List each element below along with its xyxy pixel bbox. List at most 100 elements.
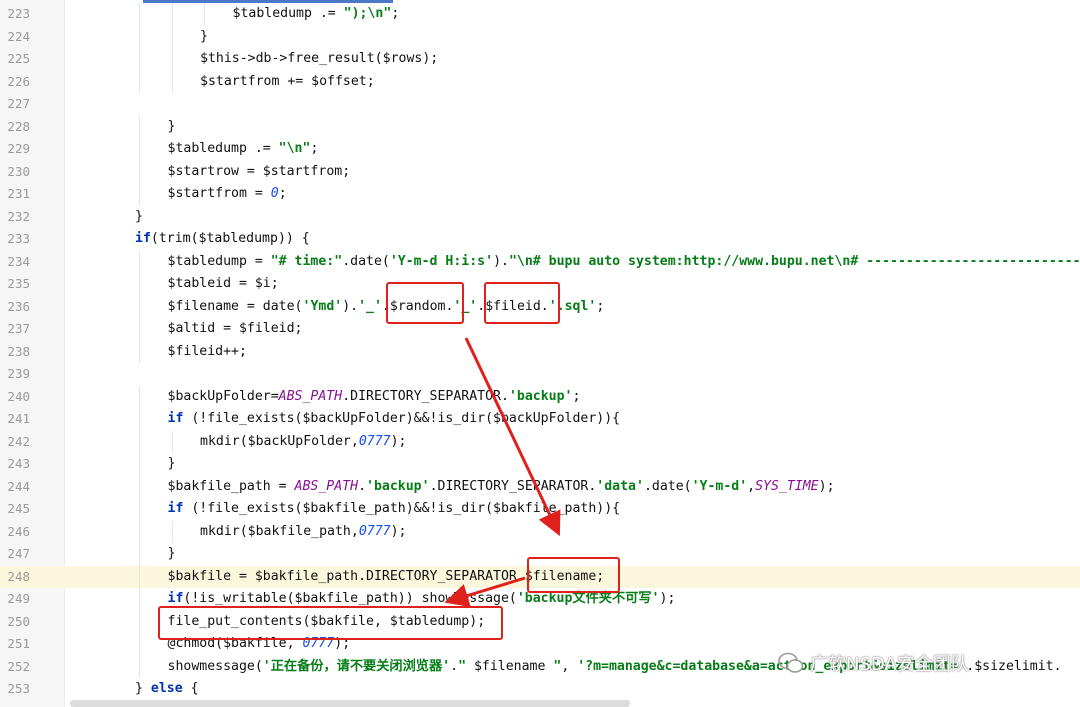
- code-text: $tableid = $i;: [168, 273, 279, 296]
- code-token: )&&!is_dir(: [405, 501, 494, 516]
- line-number: 253: [7, 681, 30, 696]
- code-token: $tableid: [167, 276, 232, 291]
- indent-guide: [139, 385, 140, 408]
- code-token: $filename: [167, 298, 239, 314]
- code-token: .date(: [643, 478, 692, 494]
- line-number: 245: [7, 501, 30, 516]
- code-text: if (!file_exists($bakfile_path)&&!is_dir…: [168, 498, 621, 521]
- code-token: '正在备份，请不要关闭浏览器': [262, 658, 451, 674]
- code-token: showmessage(: [167, 658, 263, 674]
- code-token: )&&!is_dir(: [405, 411, 494, 426]
- code-line: 223 $tabledump .= ");\n";: [0, 3, 1080, 26]
- code-token: .DIRECTORY_SEPARATOR.: [342, 388, 509, 404]
- code-token: $bakfile_path: [294, 591, 398, 606]
- line-number: 230: [7, 163, 30, 179]
- code-token: 0777: [358, 433, 391, 449]
- code-token: +=: [279, 73, 312, 89]
- line-number: 251: [7, 636, 30, 651]
- code-line: 246 mkdir($bakfile_path,0777);: [0, 520, 1080, 543]
- code-token: ;: [310, 141, 319, 156]
- indent-guide: [139, 70, 140, 93]
- line-number: 247: [7, 546, 30, 561]
- code-token: }: [135, 208, 143, 224]
- code-token: $tabledump: [167, 253, 247, 269]
- line-number: 244: [7, 478, 30, 494]
- code-token: =: [231, 568, 255, 584]
- line-number: 238: [7, 343, 30, 359]
- code-token: (!file_exists(: [183, 411, 303, 426]
- code-token: $bakfile_path: [302, 501, 406, 516]
- code-line: 229 $tabledump .= "\n";: [0, 138, 1080, 161]
- code-token: 'Ymd': [302, 298, 343, 314]
- indent-guide: [171, 70, 173, 93]
- code-token: =: [231, 276, 255, 291]
- line-number: 237: [7, 321, 30, 336]
- code-token: ,: [747, 478, 756, 494]
- code-token: ;: [278, 186, 287, 201]
- indent-guide: [139, 295, 140, 318]
- code-line: 231 $startfrom = 0;: [0, 183, 1080, 206]
- indent-guide: [139, 453, 140, 476]
- indent-guide: [139, 610, 140, 633]
- code-text: }: [168, 453, 176, 476]
- indent-guide: [139, 273, 140, 296]
- code-token: "# time:": [270, 253, 343, 269]
- line-number: 241: [7, 411, 30, 426]
- code-line: 239: [0, 363, 1080, 386]
- code-token: ;: [270, 276, 279, 291]
- code-text: $altid = $fileid;: [168, 318, 303, 341]
- indent-guide: [139, 3, 140, 26]
- code-token: .: [450, 658, 459, 674]
- code-line: 244 $bakfile_path = ABS_PATH.'backup'.DIR…: [0, 475, 1080, 499]
- line-number: 249: [7, 591, 30, 606]
- code-token: $tabledump: [167, 141, 247, 156]
- code-text: }: [200, 26, 208, 49]
- indent-guide: [139, 408, 140, 431]
- code-text: $bakfile_path = ABS_PATH.'backup'.DIRECT…: [168, 476, 835, 499]
- code-token: );: [390, 433, 407, 449]
- watermark-text: 广软NSDA安全团队: [810, 654, 969, 675]
- line-number: 232: [7, 208, 30, 224]
- code-line: 253} else {: [0, 678, 1080, 701]
- indent-guide: [139, 250, 140, 273]
- line-number: 243: [7, 456, 30, 471]
- code-text: $tabledump .= "\n";: [168, 138, 319, 161]
- indent-guide: [139, 655, 140, 678]
- indent-guide: [139, 115, 140, 138]
- indent-guide: [139, 430, 140, 453]
- indent-guide: [139, 565, 140, 588]
- code-line: 228}: [0, 115, 1080, 138]
- indent-guide: [139, 475, 140, 498]
- code-token: (!file_exists(: [183, 501, 303, 516]
- highlight-box-fileid: [484, 282, 560, 324]
- code-text: }: [168, 543, 176, 566]
- code-token: ,: [350, 433, 359, 449]
- code-token: }: [167, 118, 176, 134]
- line-number: 226: [7, 73, 30, 89]
- code-token: 'backup': [508, 388, 573, 404]
- code-token: $backUpFolder: [247, 433, 351, 449]
- indent-guide: [171, 430, 173, 453]
- code-token: =: [246, 253, 271, 269]
- code-token: ).: [342, 298, 359, 314]
- code-token: );: [390, 523, 407, 539]
- line-number: 234: [7, 253, 30, 269]
- code-token: }: [167, 546, 176, 561]
- code-token: mkdir(: [200, 523, 248, 539]
- code-token: 0: [270, 186, 279, 201]
- code-token: $filename: [473, 658, 546, 674]
- horizontal-scrollbar[interactable]: [70, 700, 630, 707]
- code-token: SYS_TIME: [755, 478, 819, 494]
- watermark: 广软NSDA安全团队: [778, 648, 969, 678]
- code-token: ;: [391, 6, 400, 21]
- indent-guide: [171, 25, 173, 48]
- code-line: 240 $backUpFolder=ABS_PATH.DIRECTORY_SEPA…: [0, 385, 1080, 408]
- code-token: ;: [572, 388, 581, 404]
- code-token: $bakfile_path: [254, 568, 359, 584]
- line-number: 229: [7, 141, 30, 156]
- code-token: $i: [254, 276, 271, 291]
- code-editor[interactable]: 223 $tabledump .= ");\n"; 224} 225 $this->db…: [0, 0, 1080, 707]
- indent-guide: [171, 48, 173, 71]
- code-token: $startfrom: [200, 73, 280, 89]
- indent-guide: [139, 498, 140, 521]
